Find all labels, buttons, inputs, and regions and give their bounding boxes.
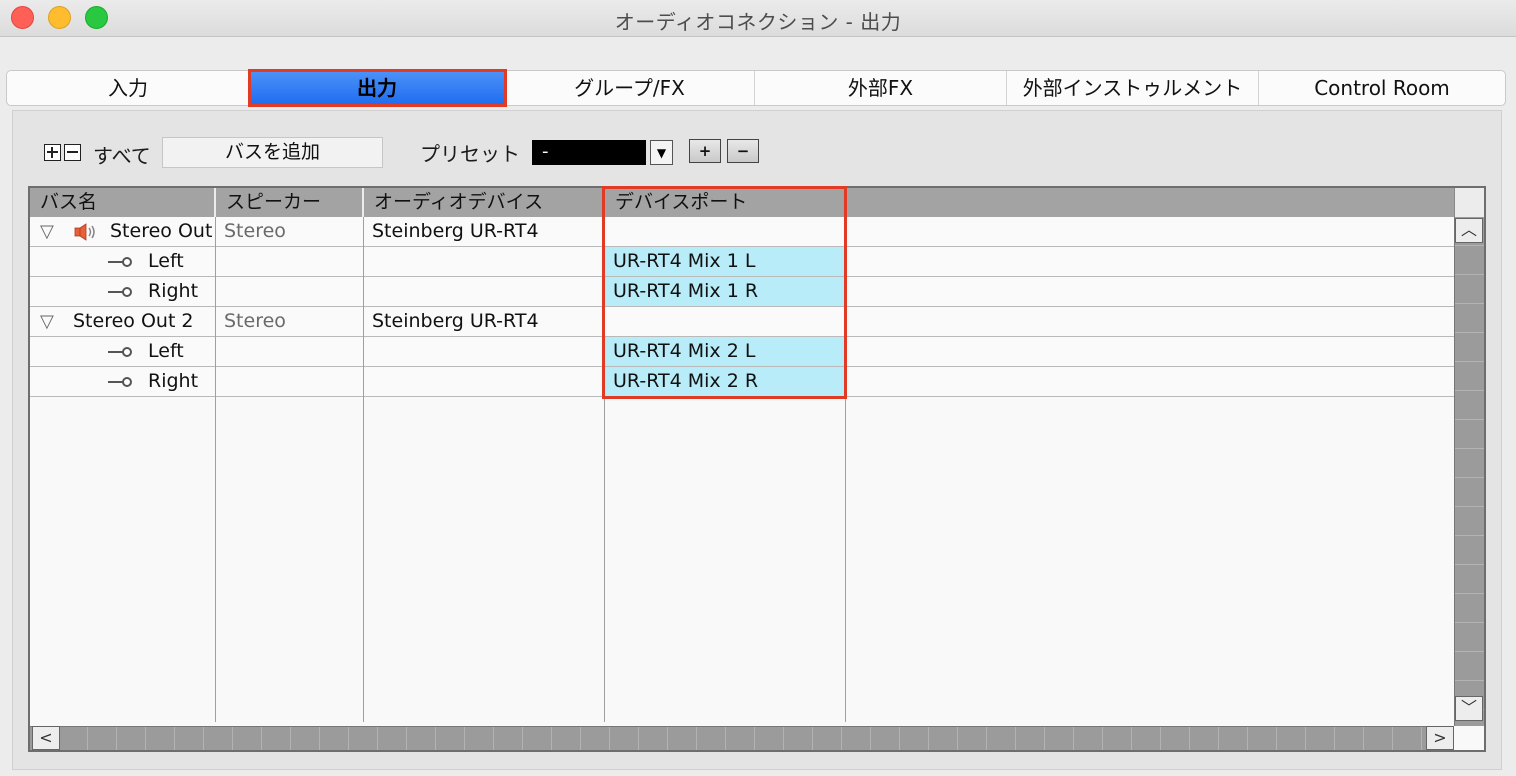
preset-label: プリセット bbox=[420, 142, 520, 166]
disclosure-triangle-icon[interactable]: ▽ bbox=[40, 221, 54, 242]
table-row[interactable]: Right UR-RT4 Mix 1 R bbox=[30, 277, 1454, 307]
channel-name: Right bbox=[148, 370, 199, 392]
channel-name: Left bbox=[148, 250, 184, 272]
table-row[interactable]: ▽ Stereo Out Stereo Steinberg UR-RT4 bbox=[30, 217, 1454, 247]
table-row[interactable]: Left UR-RT4 Mix 1 L bbox=[30, 247, 1454, 277]
add-bus-button[interactable]: バスを追加 bbox=[162, 137, 383, 168]
speaker-config: Stereo bbox=[224, 310, 286, 332]
channel-connector-icon bbox=[108, 287, 132, 297]
disclosure-triangle-icon[interactable]: ▽ bbox=[40, 311, 54, 332]
header-audio-device[interactable]: オーディオデバイス bbox=[364, 188, 605, 217]
device-port-cell[interactable]: UR-RT4 Mix 1 L bbox=[605, 247, 844, 276]
table-row[interactable]: ▽ Stereo Out 2 Stereo Steinberg UR-RT4 bbox=[30, 307, 1454, 337]
device-port-cell[interactable]: UR-RT4 Mix 1 R bbox=[605, 277, 844, 306]
tab-group-fx[interactable]: グループ/FX bbox=[505, 71, 755, 105]
column-divider bbox=[604, 217, 605, 722]
column-divider bbox=[215, 217, 216, 722]
store-preset-button[interactable]: + bbox=[689, 139, 721, 163]
title-bar: オーディオコネクション - 出力 bbox=[0, 0, 1516, 37]
tab-input[interactable]: 入力 bbox=[7, 71, 250, 105]
expand-collapse-all bbox=[44, 144, 81, 161]
window-title: オーディオコネクション - 出力 bbox=[614, 10, 902, 34]
scroll-left-button[interactable]: < bbox=[32, 726, 60, 750]
audio-device[interactable]: Steinberg UR-RT4 bbox=[372, 217, 539, 246]
header-bus-name[interactable]: バス名 bbox=[30, 188, 216, 217]
audio-device[interactable]: Steinberg UR-RT4 bbox=[372, 307, 539, 336]
preset-select[interactable]: - bbox=[532, 140, 646, 165]
scroll-down-button[interactable]: ﹀ bbox=[1455, 696, 1483, 721]
tab-bar: 入力 出力 グループ/FX 外部FX 外部インストゥルメント Control R… bbox=[6, 69, 1506, 107]
bus-name[interactable]: Stereo Out bbox=[110, 217, 212, 246]
header-speaker[interactable]: スピーカー bbox=[216, 188, 364, 217]
column-divider bbox=[363, 217, 364, 722]
expand-all-icon[interactable] bbox=[44, 144, 61, 161]
channel-name: Right bbox=[148, 280, 199, 302]
horizontal-scrollbar[interactable] bbox=[30, 726, 1454, 750]
tab-external-fx[interactable]: 外部FX bbox=[755, 71, 1007, 105]
channel-connector-icon bbox=[108, 347, 132, 357]
scroll-corner bbox=[1454, 188, 1484, 217]
header-device-port[interactable]: デバイスポート bbox=[605, 188, 846, 217]
column-divider bbox=[845, 217, 846, 722]
tab-external-instruments[interactable]: 外部インストゥルメント bbox=[1007, 71, 1259, 105]
scroll-right-button[interactable]: > bbox=[1426, 726, 1454, 750]
collapse-all-icon[interactable] bbox=[64, 144, 81, 161]
table-row[interactable]: Left UR-RT4 Mix 2 L bbox=[30, 337, 1454, 367]
connections-grid: バス名 スピーカー オーディオデバイス デバイスポート ▽ Stereo Out… bbox=[28, 186, 1486, 752]
grid-header: バス名 スピーカー オーディオデバイス デバイスポート bbox=[30, 188, 1454, 217]
tab-output[interactable]: 出力 bbox=[248, 69, 507, 107]
all-label: すべて bbox=[93, 144, 151, 168]
speaker-icon bbox=[74, 223, 95, 241]
tab-control-room[interactable]: Control Room bbox=[1259, 71, 1505, 105]
channel-name: Left bbox=[148, 340, 184, 362]
channel-connector-icon bbox=[108, 257, 132, 267]
speaker-config: Stereo bbox=[224, 220, 286, 242]
preset-dropdown-button[interactable]: ▼ bbox=[650, 140, 673, 165]
vertical-scrollbar[interactable] bbox=[1454, 217, 1484, 726]
device-port-cell[interactable]: UR-RT4 Mix 2 L bbox=[605, 337, 844, 366]
bus-name[interactable]: Stereo Out 2 bbox=[73, 307, 194, 336]
device-port-cell[interactable]: UR-RT4 Mix 2 R bbox=[605, 367, 844, 396]
table-row[interactable]: Right UR-RT4 Mix 2 R bbox=[30, 367, 1454, 397]
remove-preset-button[interactable]: − bbox=[727, 139, 759, 163]
channel-connector-icon bbox=[108, 377, 132, 387]
scroll-up-button[interactable]: ︿ bbox=[1455, 218, 1483, 243]
